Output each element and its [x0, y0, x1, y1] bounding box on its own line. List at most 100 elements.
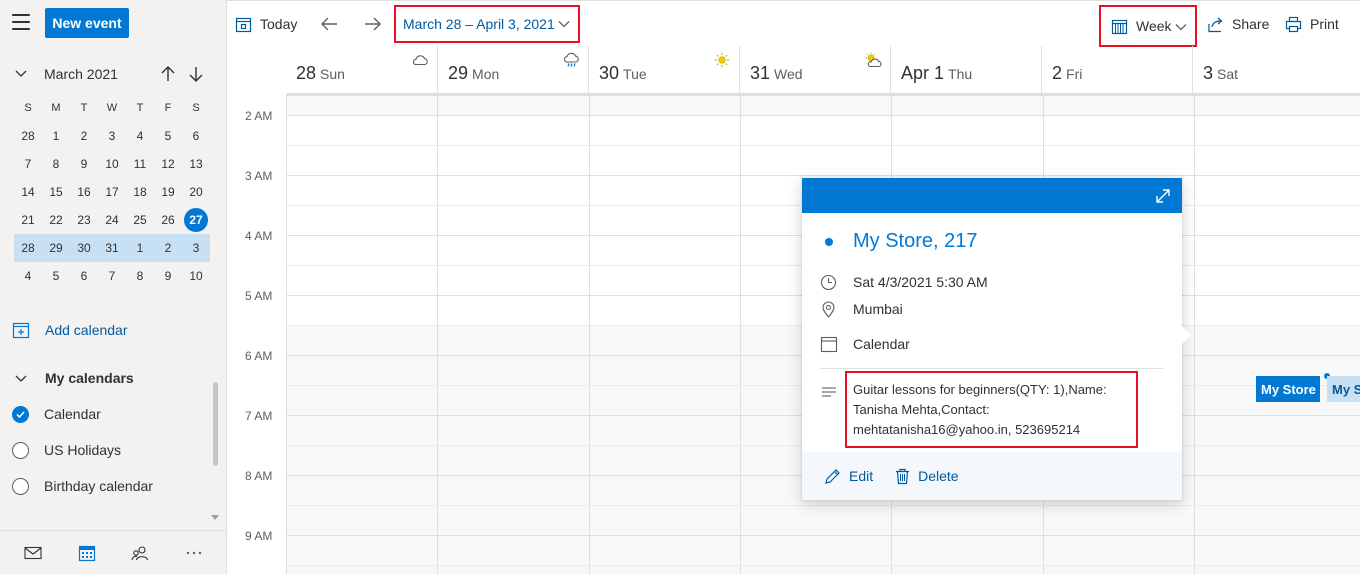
- new-event-button[interactable]: New event: [45, 8, 129, 38]
- next-week-button[interactable]: [361, 8, 385, 40]
- trash-icon: [896, 468, 910, 484]
- mini-calendar-day[interactable]: 13: [182, 150, 210, 178]
- mini-calendar-day[interactable]: 5: [154, 122, 182, 150]
- expand-icon[interactable]: [1154, 187, 1172, 205]
- add-calendar-icon: [12, 322, 30, 339]
- mini-calendar-day[interactable]: 25: [126, 206, 154, 234]
- checkmark-icon[interactable]: [12, 405, 29, 423]
- mini-calendar-day[interactable]: 6: [70, 262, 98, 290]
- sun-icon[interactable]: [713, 52, 731, 68]
- print-button[interactable]: Print: [1285, 8, 1339, 40]
- chevron-down-icon[interactable]: [15, 67, 27, 79]
- mini-calendar-month[interactable]: March 2021: [44, 66, 118, 82]
- mini-calendar-day[interactable]: 11: [126, 150, 154, 178]
- day-column[interactable]: [1193, 96, 1195, 574]
- day-header-mon[interactable]: 29 Mon: [437, 46, 588, 93]
- mini-calendar-day[interactable]: 28: [14, 122, 42, 150]
- mini-calendar-day[interactable]: 26: [154, 206, 182, 234]
- mini-calendar-day[interactable]: 15: [42, 178, 70, 206]
- mini-calendar-day[interactable]: 7: [98, 262, 126, 290]
- mini-calendar-day[interactable]: 4: [14, 262, 42, 290]
- arrow-down-icon[interactable]: [186, 64, 206, 84]
- day-column[interactable]: [739, 96, 741, 574]
- mini-calendar-day[interactable]: 1: [42, 122, 70, 150]
- day-column[interactable]: [437, 96, 439, 574]
- mini-calendar-day[interactable]: 31: [98, 234, 126, 262]
- mini-calendar-day[interactable]: 2: [154, 234, 182, 262]
- add-calendar-button[interactable]: Add calendar: [12, 318, 128, 342]
- mini-calendar-day[interactable]: 5: [42, 262, 70, 290]
- mini-calendar-day[interactable]: 10: [182, 262, 210, 290]
- more-options-icon[interactable]: [178, 537, 210, 569]
- mini-calendar-day[interactable]: 18: [126, 178, 154, 206]
- mini-calendar-day[interactable]: 9: [154, 262, 182, 290]
- mini-calendar-day[interactable]: 28: [14, 234, 42, 262]
- calendar-item-calendar[interactable]: Calendar: [12, 402, 101, 426]
- mini-calendar-day[interactable]: 27: [182, 206, 210, 234]
- unchecked-circle-icon[interactable]: [12, 477, 29, 495]
- mini-calendar-day[interactable]: 16: [70, 178, 98, 206]
- my-calendars-header[interactable]: My calendars: [12, 366, 134, 390]
- mini-calendar-day[interactable]: 6: [182, 122, 210, 150]
- mini-calendar-day[interactable]: 7: [14, 150, 42, 178]
- event-chip[interactable]: My Store: [1327, 376, 1360, 402]
- mini-calendar-day[interactable]: 2: [70, 122, 98, 150]
- event-chip[interactable]: My Store: [1256, 376, 1320, 402]
- mini-calendar-day[interactable]: 17: [98, 178, 126, 206]
- mini-calendar-day[interactable]: 10: [98, 150, 126, 178]
- partly-sunny-icon[interactable]: [864, 52, 882, 68]
- day-header-sat[interactable]: 3 Sat: [1192, 46, 1343, 93]
- day-header-tue[interactable]: 30 Tue: [588, 46, 739, 93]
- calendar-app-icon[interactable]: [71, 537, 103, 569]
- mini-calendar-day[interactable]: 30: [70, 234, 98, 262]
- day-header-sun[interactable]: 28 Sun: [286, 46, 437, 93]
- mini-calendar-day[interactable]: 14: [14, 178, 42, 206]
- weekday-label: S: [24, 102, 32, 114]
- share-button[interactable]: Share: [1207, 8, 1269, 40]
- mini-calendar-day-number: 21: [21, 213, 35, 227]
- unchecked-circle-icon[interactable]: [12, 441, 29, 459]
- sidebar-scrollbar[interactable]: [213, 382, 218, 466]
- notes-icon: [822, 387, 836, 397]
- mini-calendar-day[interactable]: 29: [42, 234, 70, 262]
- day-header-fri[interactable]: 2 Fri: [1041, 46, 1192, 93]
- mini-calendar-day[interactable]: 9: [70, 150, 98, 178]
- calendar-item-us-holidays[interactable]: US Holidays: [12, 438, 121, 462]
- mini-calendar-day[interactable]: 4: [126, 122, 154, 150]
- previous-week-button[interactable]: [317, 8, 341, 40]
- day-number: 28: [296, 63, 317, 83]
- day-column[interactable]: [286, 96, 287, 574]
- mini-calendar-day[interactable]: 23: [70, 206, 98, 234]
- event-description: Guitar lessons for beginners(QTY: 1),Nam…: [845, 371, 1138, 448]
- mail-icon[interactable]: [17, 537, 49, 569]
- mini-calendar-day[interactable]: 1: [126, 234, 154, 262]
- mini-calendar-day[interactable]: 20: [182, 178, 210, 206]
- today-button[interactable]: Today: [235, 8, 297, 40]
- mini-calendar-day[interactable]: 12: [154, 150, 182, 178]
- event-title[interactable]: My Store, 217: [853, 230, 978, 253]
- arrow-up-icon[interactable]: [158, 64, 178, 84]
- printer-icon: [1285, 16, 1302, 32]
- rain-cloud-icon[interactable]: [562, 52, 580, 68]
- mini-calendar-day[interactable]: 3: [182, 234, 210, 262]
- date-range-picker[interactable]: March 28 – April 3, 2021: [394, 5, 580, 43]
- people-icon[interactable]: [124, 537, 156, 569]
- hour-gridline: [286, 175, 1360, 176]
- hamburger-menu-icon[interactable]: [12, 14, 30, 30]
- calendar-item-birthday[interactable]: Birthday calendar: [12, 474, 153, 498]
- mini-calendar-day[interactable]: 8: [42, 150, 70, 178]
- cloud-icon[interactable]: [411, 52, 429, 68]
- day-column[interactable]: [588, 96, 590, 574]
- mini-calendar-day[interactable]: 22: [42, 206, 70, 234]
- edit-event-button[interactable]: Edit: [824, 468, 873, 485]
- scroll-down-arrow-icon[interactable]: [211, 515, 219, 520]
- mini-calendar-day[interactable]: 3: [98, 122, 126, 150]
- mini-calendar-day[interactable]: 24: [98, 206, 126, 234]
- mini-calendar-day[interactable]: 21: [14, 206, 42, 234]
- view-selector-button[interactable]: Week: [1099, 5, 1197, 47]
- day-header-wed[interactable]: 31 Wed: [739, 46, 890, 93]
- day-header-thu[interactable]: Apr 1 Thu: [890, 46, 1041, 93]
- mini-calendar-day[interactable]: 8: [126, 262, 154, 290]
- delete-event-button[interactable]: Delete: [895, 468, 959, 485]
- mini-calendar-day[interactable]: 19: [154, 178, 182, 206]
